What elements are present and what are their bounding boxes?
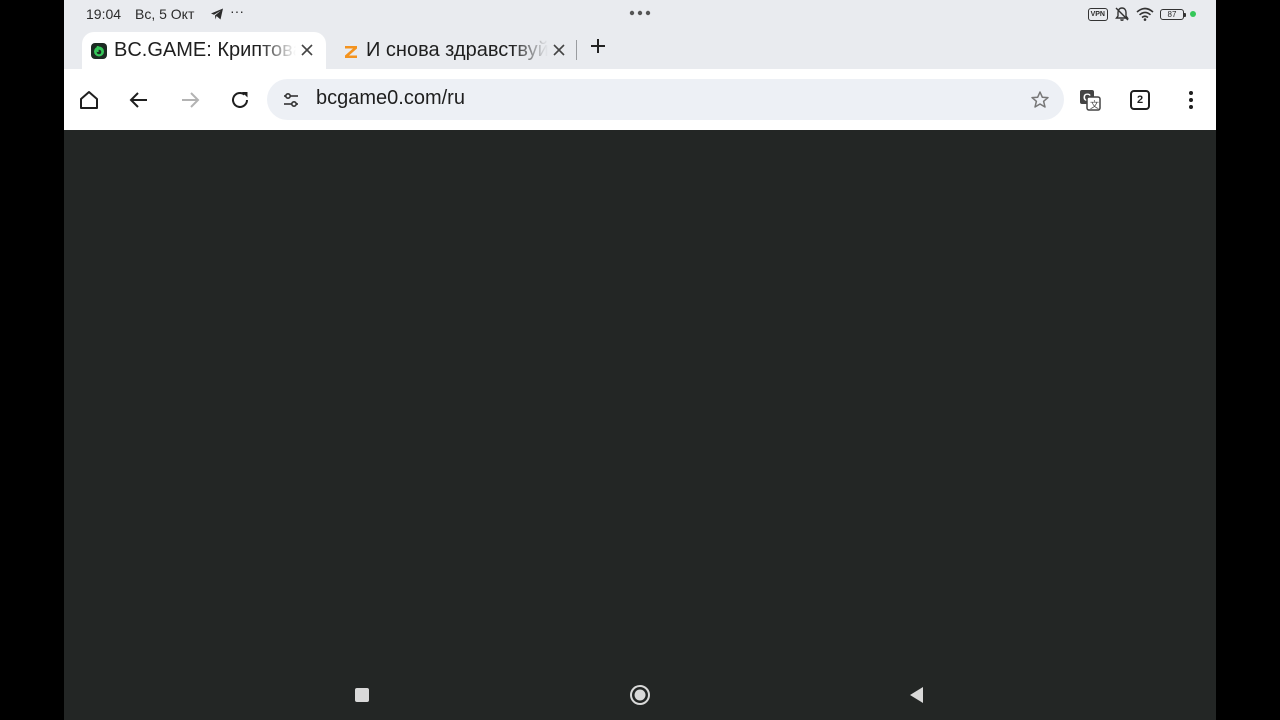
tab-title: И снова здравствуйте <box>366 39 548 61</box>
site-settings-icon[interactable] <box>281 90 301 110</box>
tab-bcgame[interactable]: BC.GAME: Криптовалютное казино <box>82 32 326 69</box>
home-icon[interactable] <box>77 88 101 112</box>
more-notifications-icon: ··· <box>230 3 244 19</box>
url-text[interactable]: bcgame0.com/ru <box>316 87 465 110</box>
back-arrow-icon[interactable] <box>127 88 151 112</box>
browser-toolbar: bcgame0.com/ru G 文 2 <box>64 69 1216 130</box>
battery-icon: 87 <box>1160 8 1186 20</box>
translate-icon[interactable]: G 文 <box>1078 88 1102 112</box>
bell-muted-icon <box>1115 7 1129 21</box>
system-navigation-bar <box>64 670 1216 720</box>
device-screen: 19:04 Вс, 5 Окт ··· VPN 87 BC.GAME: Крип… <box>64 0 1216 720</box>
bcgame-favicon-icon <box>91 42 107 59</box>
status-bar: 19:04 Вс, 5 Окт ··· VPN 87 <box>64 0 1216 28</box>
tab-separator <box>576 40 577 60</box>
new-tab-icon[interactable] <box>588 36 608 56</box>
close-tab-icon[interactable] <box>550 41 568 59</box>
close-tab-icon[interactable] <box>298 41 316 59</box>
recents-icon[interactable] <box>351 684 373 706</box>
back-nav-icon[interactable] <box>906 684 928 706</box>
address-bar[interactable]: bcgame0.com/ru <box>267 79 1064 120</box>
tab-title: BC.GAME: Криптовалютное казино <box>114 39 296 61</box>
vpn-icon: VPN <box>1087 7 1108 21</box>
wifi-icon <box>1136 7 1154 21</box>
tab-strip: BC.GAME: Криптовалютное казино И снова з… <box>64 28 1216 69</box>
camera-indicator-dot <box>1190 11 1196 17</box>
telegram-icon <box>211 8 223 20</box>
svg-text:文: 文 <box>1090 99 1099 111</box>
web-page-content <box>64 130 1216 670</box>
tab-switcher-button[interactable]: 2 <box>1130 90 1150 110</box>
tab-zen[interactable]: И снова здравствуйте <box>334 32 578 69</box>
status-icons: VPN 87 <box>1087 5 1196 23</box>
zen-favicon-icon <box>345 45 357 58</box>
home-nav-icon[interactable] <box>629 684 651 706</box>
forward-arrow-icon[interactable] <box>178 88 202 112</box>
multitask-dots-icon[interactable] <box>628 8 652 18</box>
status-date: Вс, 5 Окт <box>135 6 195 22</box>
more-menu-icon[interactable] <box>1179 88 1203 112</box>
status-time: 19:04 <box>86 6 122 22</box>
bookmark-star-icon[interactable] <box>1030 90 1050 110</box>
reload-icon[interactable] <box>228 88 252 112</box>
